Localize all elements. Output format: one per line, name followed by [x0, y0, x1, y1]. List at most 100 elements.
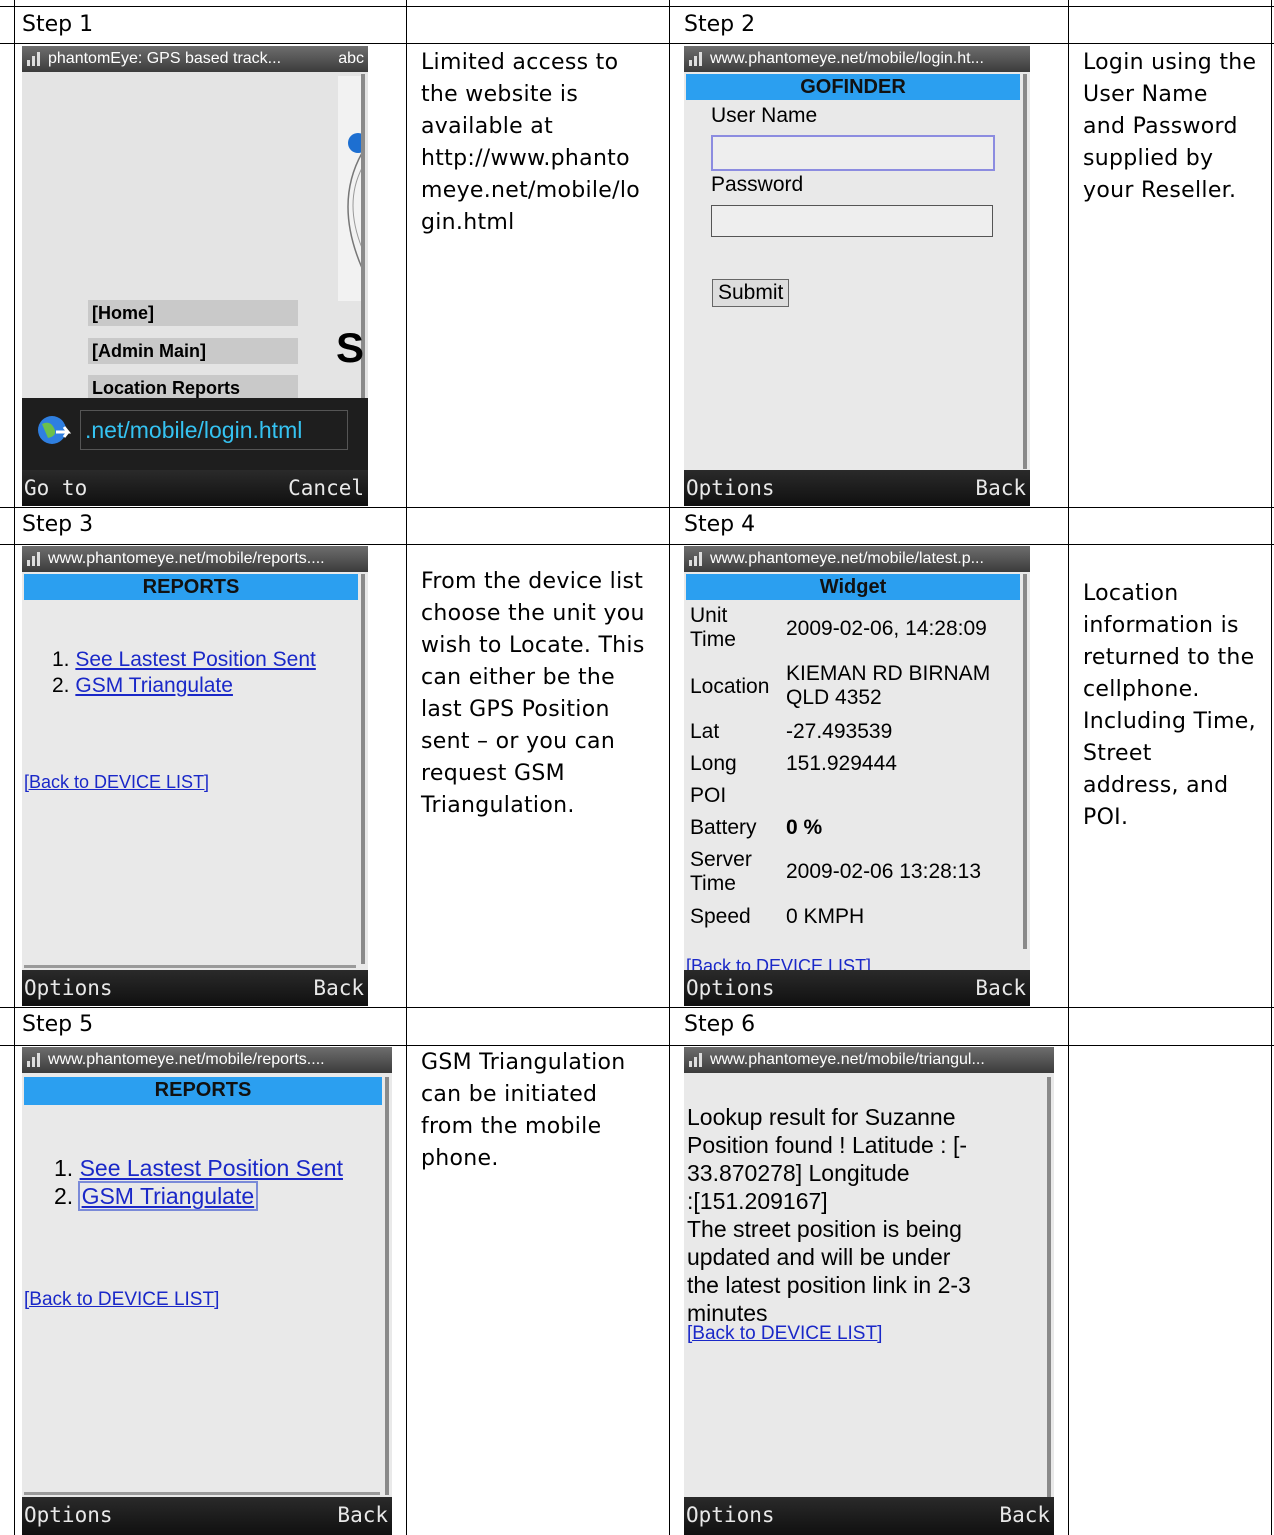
back-softkey[interactable]: Back: [999, 1503, 1050, 1527]
step-5-description: GSM Triangulation can be initiated from …: [421, 1050, 626, 1171]
status-text: www.phantomeye.net/mobile/reports....: [48, 550, 325, 567]
server-time-key: Server Time: [690, 848, 752, 895]
triangulation-result-text: Lookup result for Suzanne Position found…: [687, 1104, 971, 1326]
go-to-softkey[interactable]: Go to: [24, 476, 87, 500]
step-1-label: Step 1: [22, 12, 94, 37]
status-bar: www.phantomeye.net/mobile/login.ht...: [684, 46, 1030, 72]
status-bar: www.phantomeye.net/mobile/reports....: [22, 546, 368, 572]
step-3-label: Step 3: [22, 512, 94, 537]
password-label: Password: [711, 173, 804, 196]
options-softkey[interactable]: Options: [686, 976, 775, 1000]
signal-icon: [689, 52, 702, 66]
scrollbar[interactable]: [1023, 74, 1027, 469]
softkey-bar: Options Back: [684, 470, 1030, 506]
scrollbar[interactable]: [361, 574, 365, 964]
goto-globe-icon: [38, 416, 72, 444]
long-value: 151.929444: [786, 752, 897, 775]
signal-icon: [27, 552, 40, 566]
phone-screen-step-1: phantomEye: GPS based track... abc [Home…: [22, 46, 368, 506]
long-key: Long: [690, 752, 737, 775]
list-item-1: 1. See Lastest Position Sent: [52, 648, 316, 671]
gsm-triangulate-link-focused[interactable]: GSM Triangulate: [77, 1181, 259, 1211]
back-softkey[interactable]: Back: [975, 976, 1026, 1000]
step-4-label: Step 4: [684, 512, 756, 537]
page-title: GOFINDER: [686, 74, 1020, 100]
status-bar: www.phantomeye.net/mobile/latest.p...: [684, 546, 1030, 572]
signal-icon: [689, 1053, 702, 1067]
scrollbar[interactable]: [1047, 1077, 1051, 1497]
username-field[interactable]: [711, 135, 995, 171]
phone-screen-step-4: www.phantomeye.net/mobile/latest.p... Wi…: [684, 546, 1030, 1006]
latest-position-link[interactable]: See Lastest Position Sent: [75, 648, 316, 671]
menu-home[interactable]: [Home]: [88, 300, 298, 326]
options-softkey[interactable]: Options: [686, 476, 775, 500]
submit-button[interactable]: Submit: [712, 279, 790, 307]
back-to-device-list-link[interactable]: [Back to DEVICE LIST]: [24, 1289, 219, 1311]
battery-key: Battery: [690, 816, 757, 839]
list-item-1: 1. See Lastest Position Sent: [54, 1155, 343, 1181]
softkey-bar: Options Back: [684, 1497, 1054, 1535]
page-heading-letter: S: [336, 324, 365, 371]
menu-admin-main[interactable]: [Admin Main]: [88, 338, 298, 364]
gsm-triangulate-link[interactable]: GSM Triangulate: [75, 674, 233, 697]
scrollbar[interactable]: [361, 74, 365, 444]
list-item-2: 2. GSM Triangulate: [54, 1181, 259, 1211]
lat-value: -27.493539: [786, 720, 893, 743]
step-5-label: Step 5: [22, 1012, 94, 1037]
horizontal-scrollbar[interactable]: [24, 965, 356, 968]
page-title: REPORTS: [24, 1077, 382, 1105]
speed-value: 0 KMPH: [786, 905, 865, 928]
step-2-description: Login using the User Name and Password s…: [1083, 50, 1257, 203]
signal-icon: [689, 552, 702, 566]
step-4-description: Location information is returned to the …: [1083, 581, 1256, 830]
back-softkey[interactable]: Back: [975, 476, 1026, 500]
scrollbar[interactable]: [1023, 574, 1027, 949]
status-text: www.phantomeye.net/mobile/reports....: [48, 1051, 325, 1068]
location-value: KIEMAN RD BIRNAM QLD 4352: [786, 662, 991, 709]
options-softkey[interactable]: Options: [24, 976, 113, 1000]
phone-screen-step-3: www.phantomeye.net/mobile/reports.... RE…: [22, 546, 368, 1006]
options-softkey[interactable]: Options: [24, 1503, 113, 1527]
back-to-device-list-link[interactable]: [Back to DEVICE LIST]: [24, 772, 209, 793]
latest-position-link[interactable]: See Lastest Position Sent: [80, 1155, 343, 1181]
status-text: phantomEye: GPS based track...: [48, 50, 282, 67]
battery-value: 0 %: [786, 816, 823, 839]
page-title: REPORTS: [24, 574, 358, 600]
list-item-2: 2. GSM Triangulate: [52, 674, 233, 697]
status-text: www.phantomeye.net/mobile/latest.p...: [710, 550, 984, 567]
back-to-device-list-link[interactable]: [Back to DEVICE LIST]: [687, 1323, 882, 1345]
poi-key: POI: [690, 784, 727, 807]
unit-time-key: Unit Time: [690, 604, 736, 651]
back-softkey[interactable]: Back: [337, 1503, 388, 1527]
step-3-description: From the device list choose the unit you…: [421, 569, 645, 818]
unit-time-value: 2009-02-06, 14:28:09: [786, 617, 987, 640]
input-mode-indicator: abc: [338, 50, 364, 67]
status-text: www.phantomeye.net/mobile/login.ht...: [710, 50, 984, 67]
step-1-description: Limited access to the website is availab…: [421, 50, 641, 235]
phone-screen-step-2: www.phantomeye.net/mobile/login.ht... GO…: [684, 46, 1030, 506]
scrollbar[interactable]: [385, 1077, 389, 1495]
phone-screen-step-5: www.phantomeye.net/mobile/reports.... RE…: [22, 1047, 392, 1535]
step-2-label: Step 2: [684, 12, 756, 37]
password-field[interactable]: [711, 205, 993, 237]
back-softkey[interactable]: Back: [313, 976, 364, 1000]
status-bar: phantomEye: GPS based track... abc: [22, 46, 368, 72]
step-6-label: Step 6: [684, 1012, 756, 1037]
softkey-bar: Go to Cancel: [22, 470, 368, 506]
url-input[interactable]: .net/mobile/login.html: [80, 410, 348, 450]
cancel-softkey[interactable]: Cancel: [288, 476, 364, 500]
location-key: Location: [690, 675, 770, 698]
softkey-bar: Options Back: [684, 970, 1030, 1006]
softkey-bar: Options Back: [22, 970, 368, 1006]
globe-logo-icon: [347, 133, 364, 269]
phone-screen-step-6: www.phantomeye.net/mobile/triangul... Lo…: [684, 1047, 1054, 1535]
page-title: Widget: [686, 574, 1020, 600]
options-softkey[interactable]: Options: [686, 1503, 775, 1527]
username-label: User Name: [711, 104, 818, 127]
speed-key: Speed: [690, 905, 751, 928]
status-bar: www.phantomeye.net/mobile/reports....: [22, 1047, 392, 1073]
lat-key: Lat: [690, 720, 720, 743]
signal-icon: [27, 52, 40, 66]
horizontal-scrollbar[interactable]: [24, 1492, 380, 1495]
url-bar: .net/mobile/login.html: [22, 398, 368, 470]
